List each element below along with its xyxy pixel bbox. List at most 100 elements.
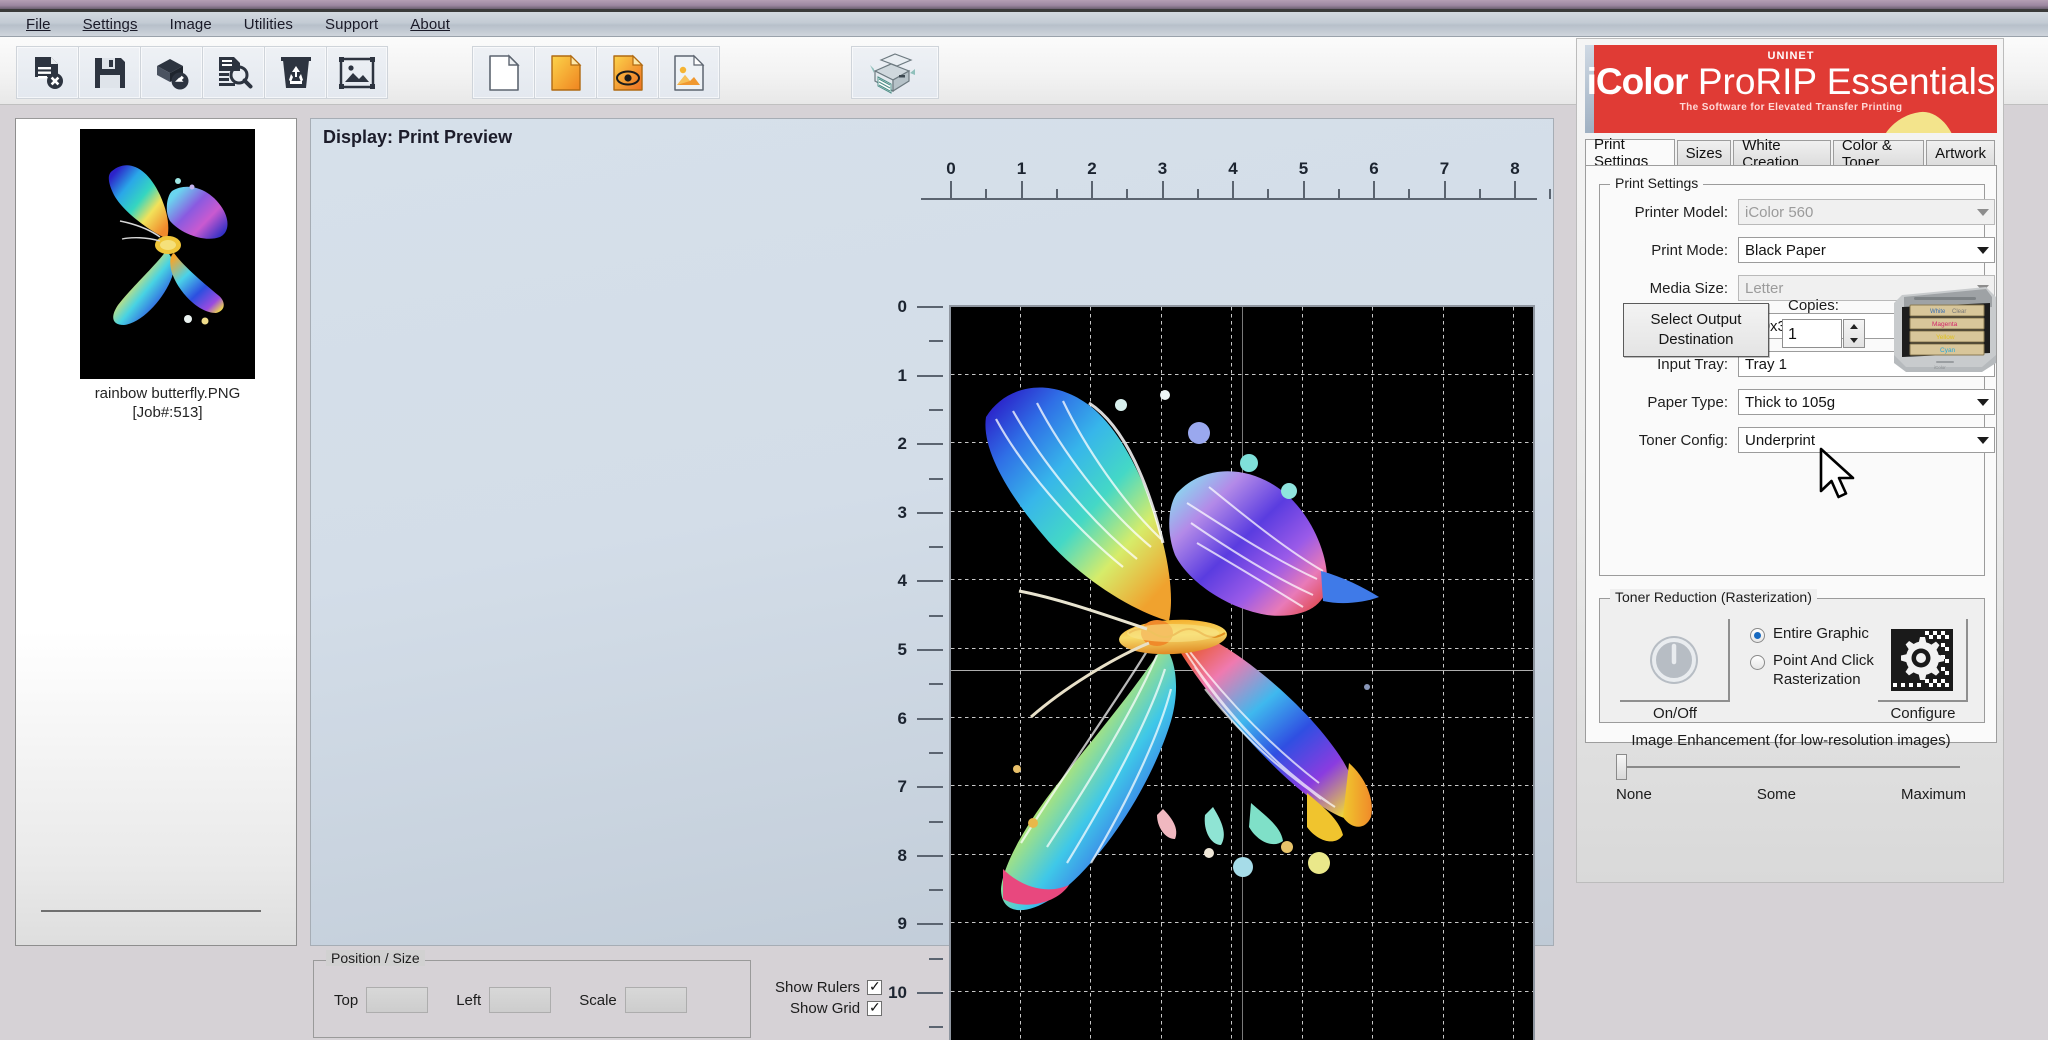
- show-grid-row[interactable]: Show Grid: [775, 999, 883, 1017]
- entire-graphic-label: Entire Graphic: [1773, 625, 1869, 642]
- left-field-label: Left: [456, 991, 482, 1009]
- image-page-icon[interactable]: [658, 46, 720, 99]
- image-frame-icon[interactable]: [326, 46, 388, 99]
- printer-model-combo[interactable]: iColor 560: [1738, 199, 1995, 225]
- save-icon[interactable]: [78, 46, 140, 99]
- preview-eye-icon[interactable]: [596, 46, 658, 99]
- toolbar-group-job: [16, 46, 388, 99]
- application-window: File Settings Image Utilities Support Ab…: [0, 0, 2048, 1040]
- menu-item-about[interactable]: About: [394, 15, 466, 34]
- show-grid-checkbox[interactable]: [867, 999, 883, 1016]
- toner-reduction-configure-caption: Configure: [1890, 705, 1956, 722]
- chevron-down-icon: [1972, 238, 1994, 262]
- option-point-and-click[interactable]: Point And Click Rasterization: [1750, 652, 1874, 690]
- print-mode-combo[interactable]: Black Paper: [1738, 237, 1995, 263]
- ruler-v-tick: [917, 923, 943, 926]
- toner-reduction-onoff-caption: On/Off: [1653, 705, 1697, 722]
- toner-config-value: Underprint: [1745, 431, 1816, 449]
- queue-icon[interactable]: [140, 46, 202, 99]
- paper-type-value: Thick to 105g: [1745, 393, 1836, 411]
- point-and-click-radio[interactable]: [1750, 654, 1765, 670]
- ruler-v-label-4: 4: [897, 571, 907, 591]
- menu-about-label: About: [410, 15, 450, 33]
- show-rulers-row[interactable]: Show Rulers: [775, 978, 883, 996]
- toolbar-group-pages: [472, 46, 720, 99]
- desktop-background-strip: [0, 0, 2048, 9]
- ruler-v-minor-tick: [929, 340, 943, 343]
- paper-type-combo[interactable]: Thick to 105g: [1738, 389, 1995, 415]
- svg-text:iColor: iColor: [1934, 365, 1946, 370]
- logo-tagline: The Software for Elevated Transfer Print…: [1679, 102, 1903, 113]
- svg-text:Cyan: Cyan: [1940, 347, 1956, 354]
- toner-reduction-power-button[interactable]: [1620, 619, 1730, 702]
- print-settings-group-title: Print Settings: [1610, 175, 1704, 191]
- menu-item-image[interactable]: Image: [154, 15, 228, 34]
- image-enhancement-tick-labels: None Some Maximum: [1616, 786, 1966, 803]
- tab-white-creation[interactable]: White Creation: [1733, 137, 1831, 171]
- tab-artwork[interactable]: Artwork: [1926, 140, 1995, 166]
- image-enhancement-slider-track[interactable]: [1622, 766, 1960, 768]
- display-options: Show Rulers Show Grid: [775, 978, 883, 1021]
- enh-tick-maximum: Maximum: [1900, 786, 1966, 803]
- menu-item-file[interactable]: File: [10, 15, 67, 34]
- ruler-v-tick: [917, 992, 943, 994]
- top-field-input[interactable]: [366, 987, 429, 1013]
- entire-graphic-radio[interactable]: [1750, 628, 1765, 643]
- ruler-v-tick: [917, 306, 943, 308]
- tab-sizes[interactable]: Sizes: [1676, 140, 1732, 166]
- copies-label: Copies:: [1788, 297, 1839, 314]
- copies-input[interactable]: 1: [1782, 319, 1842, 348]
- option-entire-graphic[interactable]: Entire Graphic: [1750, 625, 1874, 644]
- ruler-v-minor-tick: [929, 683, 943, 686]
- job-thumbnail-image: [80, 129, 255, 379]
- ruler-v-tick: [917, 649, 943, 651]
- position-size-fields: Top Left Scale: [334, 987, 687, 1013]
- enh-tick-none: None: [1616, 786, 1652, 803]
- new-job-icon[interactable]: [16, 46, 78, 99]
- menu-item-support[interactable]: Support: [309, 15, 394, 34]
- position-size-group: Position / Size Top Left Scale: [313, 950, 751, 1038]
- print-sheet-canvas[interactable]: [949, 305, 1535, 1040]
- menu-item-utilities[interactable]: Utilities: [228, 15, 309, 34]
- orange-page-icon[interactable]: [534, 46, 596, 99]
- enh-tick-some: Some: [1756, 786, 1797, 803]
- toner-reduction-options: Entire Graphic Point And Click Rasteriza…: [1750, 625, 1874, 697]
- paper-type-label: Paper Type:: [1647, 394, 1728, 411]
- gear-checker-icon: [1891, 628, 1953, 691]
- settings-panel: UNINET iColor ProRIP Essentials The Soft…: [1576, 38, 2004, 883]
- copies-increment-button[interactable]: [1844, 320, 1864, 334]
- job-thumbnail-item[interactable]: rainbow butterfly.PNG [Job#:513]: [80, 129, 255, 423]
- show-rulers-checkbox[interactable]: [867, 978, 883, 995]
- menu-item-settings[interactable]: Settings: [67, 15, 154, 34]
- tab-print-settings[interactable]: Print Settings: [1585, 136, 1675, 170]
- ruler-v-tick: [917, 717, 943, 720]
- toner-config-combo[interactable]: Underprint: [1738, 427, 1995, 453]
- thumbnail-filename: rainbow butterfly.PNG: [94, 385, 241, 402]
- ruler-v-minor-tick: [929, 957, 943, 960]
- left-field-input[interactable]: [489, 987, 552, 1013]
- panel-divider: [41, 910, 261, 912]
- point-and-click-label: Point And Click Rasterization: [1773, 652, 1874, 690]
- menu-bar: File Settings Image Utilities Support Ab…: [0, 12, 2048, 37]
- blank-page-icon[interactable]: [472, 46, 534, 99]
- tab-color-toner[interactable]: Color & Toner: [1832, 137, 1925, 171]
- ruler-v-tick: [917, 374, 943, 377]
- delete-trash-icon[interactable]: [264, 46, 326, 99]
- copies-decrement-button[interactable]: [1844, 334, 1864, 348]
- menu-support-label: Support: [325, 15, 379, 33]
- printer-icon[interactable]: [851, 46, 939, 99]
- select-output-destination-button[interactable]: Select Output Destination: [1623, 303, 1769, 357]
- settings-tabs: Print Settings Sizes White Creation Colo…: [1585, 136, 1997, 171]
- print-mode-label: Print Mode:: [1651, 242, 1728, 259]
- ruler-v-minor-tick: [929, 546, 943, 549]
- scale-field-input[interactable]: [624, 987, 687, 1013]
- toner-reduction-configure-button[interactable]: [1878, 619, 1968, 702]
- print-preview-area[interactable]: Display: Print Preview 012345678 0123456…: [310, 118, 1554, 1040]
- job-search-icon[interactable]: [202, 46, 264, 99]
- image-enhancement-slider-thumb[interactable]: [1616, 754, 1627, 780]
- copies-stepper[interactable]: [1843, 319, 1865, 348]
- show-rulers-label: Show Rulers: [775, 979, 861, 996]
- svg-text:Yellow: Yellow: [1936, 334, 1955, 341]
- power-icon: [1650, 635, 1698, 684]
- position-size-title: Position / Size: [326, 950, 425, 966]
